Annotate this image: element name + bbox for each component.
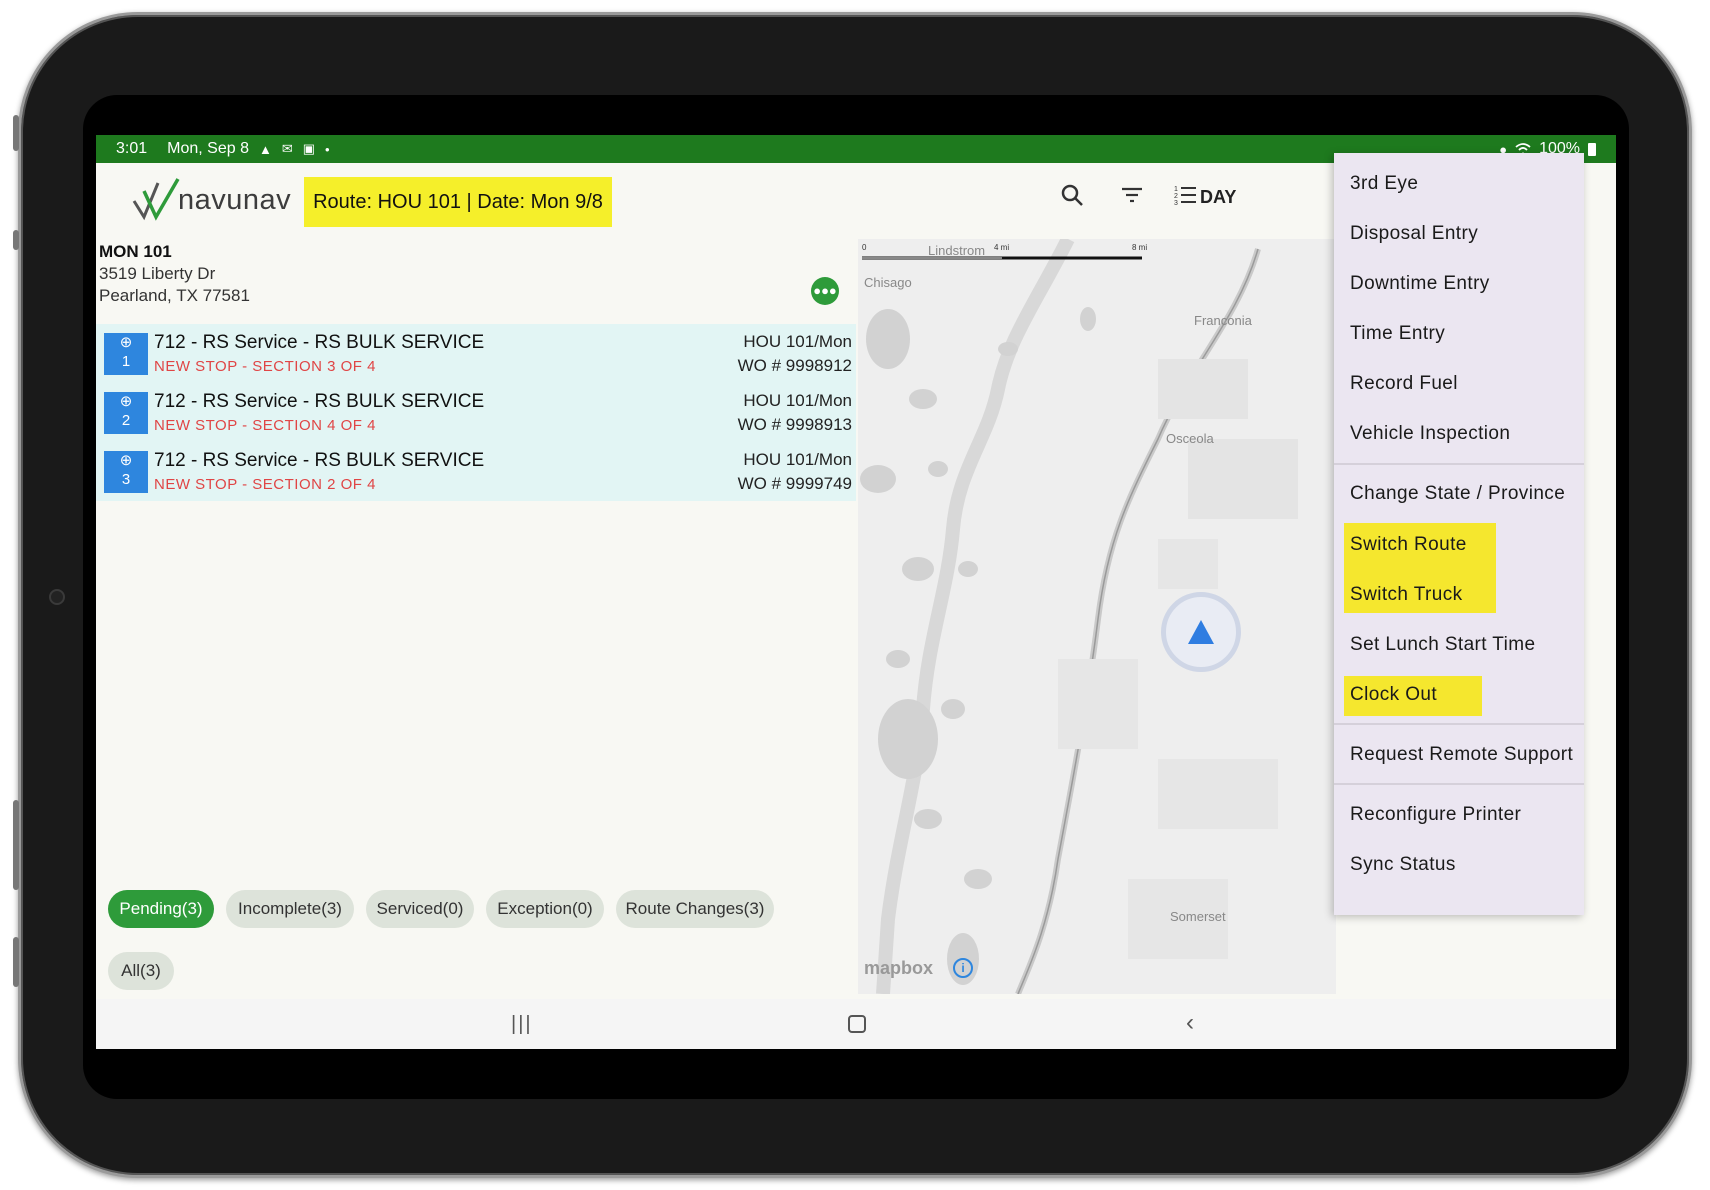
svg-text:1: 1	[1174, 186, 1178, 193]
recent-apps-icon[interactable]: |||	[511, 1013, 533, 1036]
menu-item-set-lunch-start[interactable]: Set Lunch Start Time	[1350, 634, 1535, 656]
add-circle-icon: ⊕	[119, 393, 133, 410]
image-icon: ▣	[302, 141, 316, 156]
stop-route: HOU 101/Mon	[743, 391, 852, 410]
overflow-menu: 3rd Eye Disposal Entry Downtime Entry Ti…	[1334, 153, 1584, 915]
side-button	[13, 800, 19, 890]
menu-item-3rd-eye[interactable]: 3rd Eye	[1350, 173, 1418, 195]
add-circle-icon: ⊕	[119, 334, 133, 351]
stop-badge: ⊕ 1	[104, 333, 148, 375]
customer-address2: Pearland, TX 77581	[99, 286, 250, 305]
chip-route-changes[interactable]: Route Changes(3)	[616, 890, 774, 928]
current-location-marker[interactable]	[1161, 592, 1241, 672]
side-button	[13, 230, 19, 250]
customer-name: MON 101	[99, 242, 172, 261]
customer-address1: 3519 Liberty Dr	[99, 264, 216, 283]
menu-item-reconfigure-printer[interactable]: Reconfigure Printer	[1350, 804, 1521, 826]
map-label-osceola: Osceola	[1166, 431, 1214, 446]
menu-item-downtime-entry[interactable]: Downtime Entry	[1350, 273, 1490, 295]
map-terrain	[858, 239, 1336, 994]
chip-pending[interactable]: Pending(3)	[108, 890, 214, 928]
stop-work-order: WO # 9999749	[737, 474, 852, 493]
stop-route: HOU 101/Mon	[743, 450, 852, 469]
menu-item-time-entry[interactable]: Time Entry	[1350, 323, 1445, 345]
chip-exception[interactable]: Exception(0)	[486, 890, 604, 928]
menu-item-switch-route[interactable]: Switch Route	[1350, 534, 1467, 556]
stop-title: 712 - RS Service - RS BULK SERVICE	[154, 450, 485, 471]
chip-all[interactable]: All(3)	[108, 952, 174, 990]
stop-number: 1	[121, 353, 131, 370]
menu-item-switch-truck[interactable]: Switch Truck	[1350, 584, 1463, 606]
stop-number: 2	[121, 412, 131, 429]
logo-mark	[132, 178, 180, 221]
scale-mid: 4 mi	[994, 243, 1010, 252]
map-label-chisago: Chisago	[864, 275, 912, 290]
chip-incomplete[interactable]: Incomplete(3)	[226, 890, 354, 928]
mail-icon: ✉	[281, 141, 293, 156]
screen: 3:01 Mon, Sep 8 ▲ ✉ ▣ • ● 100% navunav R…	[96, 135, 1616, 1049]
group-icon[interactable]: ●●●	[811, 277, 839, 305]
stop-badge: ⊕ 2	[104, 392, 148, 434]
stop-title: 712 - RS Service - RS BULK SERVICE	[154, 391, 485, 412]
search-icon[interactable]	[1060, 183, 1084, 207]
scale-zero: 0	[862, 243, 867, 252]
status-date: Mon, Sep 8	[167, 140, 249, 157]
filter-icon[interactable]	[1120, 183, 1144, 207]
menu-item-disposal-entry[interactable]: Disposal Entry	[1350, 223, 1478, 245]
stop-work-order: WO # 9998912	[737, 356, 852, 375]
menu-item-vehicle-inspection[interactable]: Vehicle Inspection	[1350, 423, 1510, 445]
customer-info: MON 101 3519 Liberty Dr Pearland, TX 775…	[99, 242, 250, 306]
route-badge[interactable]: Route: HOU 101 | Date: Mon 9/8	[304, 177, 612, 227]
stop-route: HOU 101/Mon	[743, 332, 852, 351]
navigation-arrow-icon	[1188, 620, 1214, 644]
menu-item-change-state[interactable]: Change State / Province	[1350, 483, 1565, 505]
stop-work-order: WO # 9998913	[737, 415, 852, 434]
stop-subtitle: NEW STOP - SECTION 4 OF 4	[154, 417, 376, 434]
side-button	[13, 937, 19, 987]
day-view-label[interactable]: DAY	[1200, 187, 1236, 208]
chip-serviced[interactable]: Serviced(0)	[366, 890, 474, 928]
map-label-franconia: Franconia	[1194, 313, 1252, 328]
menu-item-clock-out[interactable]: Clock Out	[1350, 684, 1437, 706]
battery-icon	[1588, 142, 1596, 156]
stop-row[interactable]: ⊕ 3 712 - RS Service - RS BULK SERVICE N…	[96, 442, 856, 501]
camera	[49, 589, 65, 605]
map-label-lindstrom: Lindstrom	[928, 243, 986, 258]
logo-text: navunav	[178, 183, 292, 216]
navigation-icon: ▲	[258, 141, 272, 157]
menu-item-record-fuel[interactable]: Record Fuel	[1350, 373, 1458, 395]
svg-text:2: 2	[1174, 193, 1178, 200]
stop-list: ⊕ 1 712 - RS Service - RS BULK SERVICE N…	[96, 324, 856, 501]
stop-row[interactable]: ⊕ 2 712 - RS Service - RS BULK SERVICE N…	[96, 383, 856, 442]
scale-end: 8 mi	[1132, 243, 1148, 252]
dot-icon: •	[325, 141, 330, 157]
back-icon[interactable]: ‹	[1186, 1009, 1194, 1037]
stop-subtitle: NEW STOP - SECTION 2 OF 4	[154, 476, 376, 493]
side-button	[13, 115, 19, 151]
home-icon[interactable]	[848, 1015, 866, 1033]
list-icon[interactable]: 1 2 3	[1174, 183, 1198, 207]
stop-row[interactable]: ⊕ 1 712 - RS Service - RS BULK SERVICE N…	[96, 324, 856, 383]
add-circle-icon: ⊕	[119, 452, 133, 469]
svg-text:3: 3	[1174, 200, 1178, 207]
stop-number: 3	[121, 471, 131, 488]
map-label-somerset: Somerset	[1170, 909, 1226, 924]
stop-subtitle: NEW STOP - SECTION 3 OF 4	[154, 358, 376, 375]
menu-divider	[1334, 463, 1584, 465]
map-view[interactable]: 0 4 mi 8 mi Lindstrom Chisago Franconia …	[858, 239, 1336, 994]
stop-badge: ⊕ 3	[104, 451, 148, 493]
menu-divider	[1334, 723, 1584, 725]
mapbox-attribution: mapbox	[864, 958, 934, 978]
menu-item-sync-status[interactable]: Sync Status	[1350, 854, 1456, 876]
menu-item-request-remote-support[interactable]: Request Remote Support	[1350, 744, 1573, 766]
status-time: 3:01	[116, 140, 148, 157]
stop-title: 712 - RS Service - RS BULK SERVICE	[154, 332, 485, 353]
info-icon[interactable]: i	[953, 958, 973, 978]
menu-divider	[1334, 783, 1584, 785]
navunav-logo: navunav	[132, 177, 291, 223]
system-nav-bar: ||| ‹	[96, 999, 1616, 1049]
